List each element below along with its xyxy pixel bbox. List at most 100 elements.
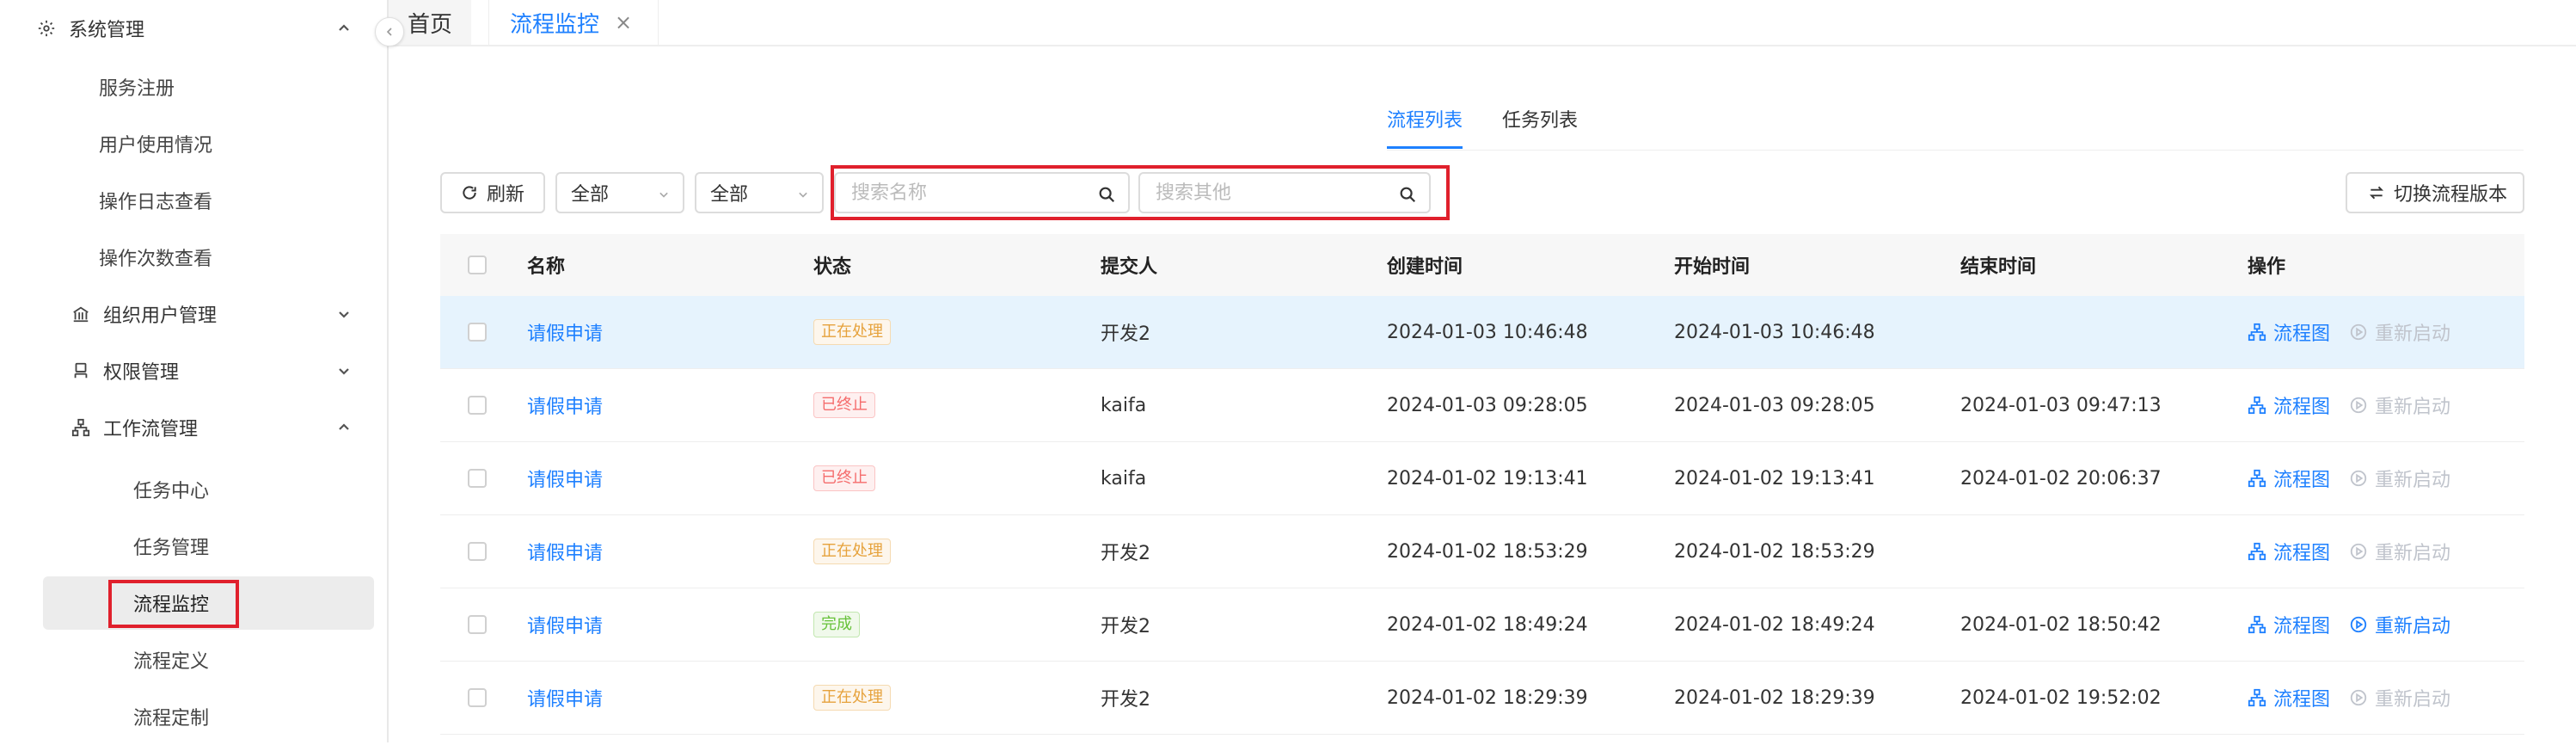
restart-button[interactable]: 重新启动 bbox=[2349, 611, 2450, 638]
refresh-button[interactable]: 刷新 bbox=[440, 172, 545, 213]
diagram-label: 流程图 bbox=[2273, 470, 2331, 491]
table-row[interactable]: 请假申请 已终止 kaifa 2024-01-02 19:13:41 2024-01-0… bbox=[440, 442, 2524, 515]
ended-cell: 2024-01-03 09:47:13 bbox=[1960, 394, 2162, 416]
tab-process-monitor[interactable]: 流程监控 × bbox=[488, 0, 659, 45]
table-header: 名称 状态 提交人 创建时间 开始时间 结束时间 操作 bbox=[440, 234, 2524, 296]
sidebar-group-workflow[interactable]: 工作流管理 bbox=[0, 399, 389, 456]
sidebar-item-task-management[interactable]: 任务管理 bbox=[0, 518, 389, 575]
sidebar-collapse-button[interactable] bbox=[375, 17, 404, 46]
view-diagram-button[interactable]: 流程图 bbox=[2248, 318, 2330, 346]
close-icon[interactable]: × bbox=[615, 10, 632, 34]
table-row[interactable]: 请假申请 正在处理 开发2 2024-01-02 18:29:39 2024-01-02… bbox=[440, 662, 2524, 735]
sidebar-item-service-register[interactable]: 服务注册 bbox=[0, 58, 389, 115]
search-name-input[interactable] bbox=[849, 181, 1094, 205]
tab-bar: 首页 流程监控 × bbox=[389, 0, 2576, 46]
name-cell: 请假申请 bbox=[527, 369, 603, 441]
row-select-cell bbox=[468, 662, 487, 734]
tab-process-list[interactable]: 流程列表 bbox=[1387, 105, 1463, 148]
ended-cell: 2024-01-02 18:50:42 bbox=[1960, 613, 2162, 636]
process-name-link[interactable]: 请假申请 bbox=[527, 465, 603, 492]
row-select-cell bbox=[468, 515, 487, 588]
tab-task-list[interactable]: 任务列表 bbox=[1502, 105, 1578, 148]
row-checkbox[interactable] bbox=[468, 688, 487, 707]
submitter-cell: 开发2 bbox=[1101, 323, 1150, 345]
select-all-checkbox[interactable] bbox=[468, 256, 487, 274]
sidebar-group-label: 权限管理 bbox=[103, 362, 180, 384]
view-diagram-button[interactable]: 流程图 bbox=[2248, 611, 2330, 638]
sidebar-item-task-center[interactable]: 任务中心 bbox=[0, 461, 389, 518]
status-badge: 正在处理 bbox=[813, 539, 891, 564]
tab-divider bbox=[1387, 150, 2524, 151]
row-checkbox[interactable] bbox=[468, 615, 487, 634]
row-checkbox[interactable] bbox=[468, 323, 487, 342]
table-row[interactable]: 请假申请 正在处理 开发2 2024-01-02 18:53:29 2024-01-02… bbox=[440, 515, 2524, 588]
diagram-label: 流程图 bbox=[2273, 323, 2331, 345]
switch-version-button[interactable]: 切换流程版本 bbox=[2346, 172, 2524, 213]
sidebar-item-process-monitor[interactable]: 流程监控 bbox=[0, 575, 389, 631]
actions-cell: 流程图 重新启动 bbox=[2248, 296, 2450, 368]
tab-label: 流程监控 bbox=[510, 11, 600, 38]
sidebar-item-process-custom[interactable]: 流程定制 bbox=[0, 688, 389, 745]
table-row[interactable]: 请假申请 完成 开发2 2024-01-02 18:49:24 2024-01-02 1… bbox=[440, 588, 2524, 662]
actions-cell: 流程图 重新启动 bbox=[2248, 662, 2450, 734]
status-badge: 完成 bbox=[813, 612, 860, 637]
refresh-label: 刷新 bbox=[487, 184, 525, 206]
status-badge: 正在处理 bbox=[813, 685, 891, 711]
select-value: 全部 bbox=[571, 184, 610, 206]
chevron-down-icon bbox=[334, 304, 354, 324]
view-diagram-button[interactable]: 流程图 bbox=[2248, 391, 2330, 419]
chevron-up-icon bbox=[334, 18, 354, 39]
active-tab-indicator bbox=[1387, 146, 1463, 149]
view-diagram-button[interactable]: 流程图 bbox=[2248, 538, 2330, 565]
select-all-cell bbox=[468, 234, 487, 296]
diagram-icon bbox=[2248, 323, 2266, 342]
restart-button[interactable]: 重新启动 bbox=[2349, 465, 2450, 492]
play-circle-icon bbox=[2349, 323, 2368, 342]
sidebar-group-permission[interactable]: 权限管理 bbox=[0, 342, 389, 399]
sidebar-item-operation-count[interactable]: 操作次数查看 bbox=[0, 229, 389, 286]
status-cell: 已终止 bbox=[813, 369, 875, 441]
row-select-cell bbox=[468, 369, 487, 441]
type-select[interactable]: 全部 bbox=[695, 172, 824, 213]
started-cell: 2024-01-02 18:53:29 bbox=[1674, 540, 1875, 563]
sidebar-item-process-definition[interactable]: 流程定义 bbox=[0, 631, 389, 688]
row-checkbox[interactable] bbox=[468, 542, 487, 561]
sidebar-group-system[interactable]: 系统管理 bbox=[0, 0, 389, 57]
restart-button[interactable]: 重新启动 bbox=[2349, 391, 2450, 419]
swap-icon bbox=[2368, 184, 2385, 201]
restart-button[interactable]: 重新启动 bbox=[2349, 538, 2450, 565]
play-circle-icon bbox=[2349, 615, 2368, 634]
restart-button[interactable]: 重新启动 bbox=[2349, 684, 2450, 711]
header-status: 状态 bbox=[813, 256, 852, 278]
sidebar-item-label: 任务管理 bbox=[133, 538, 210, 559]
status-select[interactable]: 全部 bbox=[555, 172, 684, 213]
started-cell: 2024-01-02 18:29:39 bbox=[1674, 687, 1875, 709]
header-created: 创建时间 bbox=[1387, 256, 1463, 278]
process-name-link[interactable]: 请假申请 bbox=[527, 611, 603, 638]
switch-version-label: 切换流程版本 bbox=[2394, 184, 2508, 206]
sidebar-item-user-usage[interactable]: 用户使用情况 bbox=[0, 115, 389, 172]
row-checkbox[interactable] bbox=[468, 469, 487, 488]
search-icon[interactable] bbox=[1398, 185, 1417, 204]
process-name-link[interactable]: 请假申请 bbox=[527, 684, 603, 711]
process-name-link[interactable]: 请假申请 bbox=[527, 538, 603, 565]
view-diagram-button[interactable]: 流程图 bbox=[2248, 465, 2330, 492]
table-row[interactable]: 请假申请 已终止 kaifa 2024-01-03 09:28:05 2024-01-0… bbox=[440, 369, 2524, 442]
view-diagram-button[interactable]: 流程图 bbox=[2248, 684, 2330, 711]
row-checkbox[interactable] bbox=[468, 396, 487, 415]
submitter-cell: 开发2 bbox=[1101, 616, 1150, 637]
restart-button[interactable]: 重新启动 bbox=[2349, 318, 2450, 346]
started-cell: 2024-01-03 09:28:05 bbox=[1674, 394, 1875, 416]
sidebar-group-org[interactable]: 组织用户管理 bbox=[0, 286, 389, 342]
search-other-input[interactable] bbox=[1154, 181, 1398, 205]
sidebar-item-operation-log[interactable]: 操作日志查看 bbox=[0, 172, 389, 229]
process-name-link[interactable]: 请假申请 bbox=[527, 318, 603, 346]
gear-icon bbox=[36, 18, 57, 39]
search-icon[interactable] bbox=[1097, 185, 1116, 204]
created-cell: 2024-01-02 18:49:24 bbox=[1387, 613, 1588, 636]
table-row[interactable]: 请假申请 正在处理 开发2 2024-01-03 10:46:48 2024-01-03… bbox=[440, 296, 2524, 369]
name-cell: 请假申请 bbox=[527, 442, 603, 514]
process-name-link[interactable]: 请假申请 bbox=[527, 391, 603, 419]
refresh-icon bbox=[461, 184, 478, 201]
search-other-field bbox=[1138, 172, 1431, 213]
